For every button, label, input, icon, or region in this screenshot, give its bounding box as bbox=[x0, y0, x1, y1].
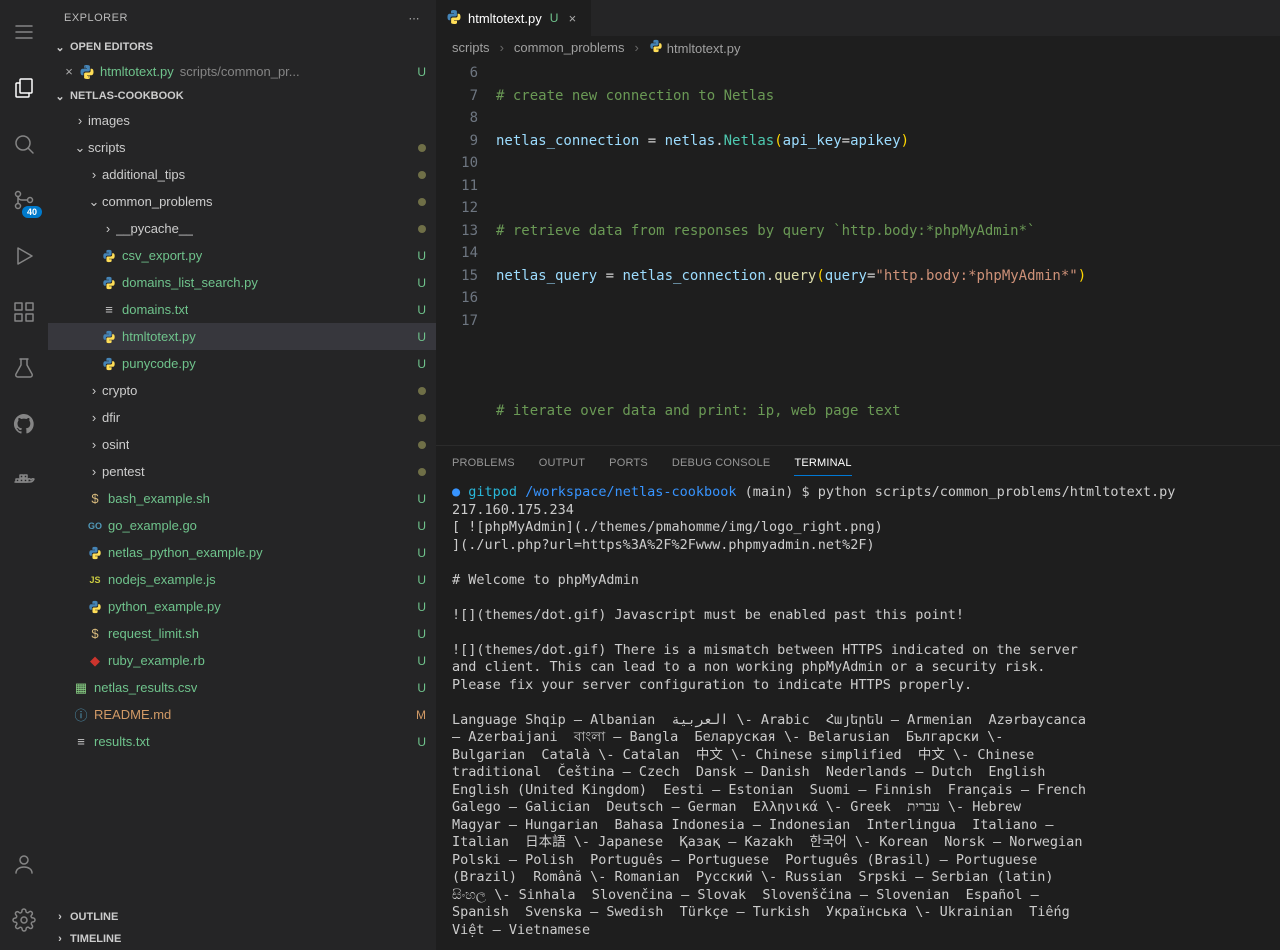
python-icon bbox=[446, 9, 462, 28]
file-netlas-python-example[interactable]: netlas_python_example.pyU bbox=[48, 539, 436, 566]
text-icon: ≡ bbox=[72, 734, 90, 749]
info-icon: ⓘ bbox=[72, 705, 90, 724]
file-netlas-results[interactable]: ▦netlas_results.csvU bbox=[48, 674, 436, 701]
file-csv-export[interactable]: csv_export.pyU bbox=[48, 242, 436, 269]
crumb-scripts[interactable]: scripts bbox=[452, 40, 490, 55]
bottom-panel: PROBLEMS OUTPUT PORTS DEBUG CONSOLE TERM… bbox=[436, 445, 1280, 950]
timeline-header[interactable]: ›TIMELINE bbox=[48, 928, 436, 950]
file-bash-example[interactable]: $bash_example.shU bbox=[48, 485, 436, 512]
terminal-output[interactable]: ● gitpod /workspace/netlas-cookbook (mai… bbox=[436, 480, 1280, 950]
git-dot bbox=[418, 144, 426, 152]
folder-images[interactable]: ›images bbox=[48, 107, 436, 134]
python-icon bbox=[649, 39, 663, 53]
term-js: ![](themes/dot.gif) Javascript must be e… bbox=[452, 607, 964, 623]
ruby-icon: ◆ bbox=[86, 653, 104, 669]
crumb-file[interactable]: htmltotext.py bbox=[667, 41, 741, 56]
explorer-icon[interactable] bbox=[0, 64, 48, 112]
menu-icon[interactable] bbox=[0, 8, 48, 56]
file-nodejs-example[interactable]: JSnodejs_example.jsU bbox=[48, 566, 436, 593]
csv-icon: ▦ bbox=[72, 680, 90, 696]
js-icon: JS bbox=[86, 575, 104, 585]
folder-additional-tips[interactable]: ›additional_tips bbox=[48, 161, 436, 188]
term-ip: 217.160.175.234 bbox=[452, 502, 574, 518]
outline-header[interactable]: ›OUTLINE bbox=[48, 906, 436, 928]
file-python-example[interactable]: python_example.pyU bbox=[48, 593, 436, 620]
python-icon bbox=[100, 357, 118, 371]
testing-icon[interactable] bbox=[0, 344, 48, 392]
close-icon[interactable]: × bbox=[60, 64, 78, 79]
panel-tabs: PROBLEMS OUTPUT PORTS DEBUG CONSOLE TERM… bbox=[436, 446, 1280, 480]
folder-dfir[interactable]: ›dfir bbox=[48, 404, 436, 431]
scm-icon[interactable]: 40 bbox=[0, 176, 48, 224]
tab-bar: htmltotext.py U × bbox=[436, 0, 1280, 36]
shell-icon: $ bbox=[86, 626, 104, 641]
tab-debug[interactable]: DEBUG CONSOLE bbox=[672, 451, 771, 475]
tab-git-status: U bbox=[550, 11, 559, 25]
text-icon: ≡ bbox=[100, 302, 118, 317]
extensions-icon[interactable] bbox=[0, 288, 48, 336]
tab-problems[interactable]: PROBLEMS bbox=[452, 451, 515, 475]
folder-osint[interactable]: ›osint bbox=[48, 431, 436, 458]
file-request-limit[interactable]: $request_limit.shU bbox=[48, 620, 436, 647]
open-editors-header[interactable]: ⌄OPEN EDITORS bbox=[48, 36, 436, 58]
more-icon[interactable]: ⋯ bbox=[409, 12, 421, 25]
term-langs: Language Shqip – Albanian العربية \- Ara… bbox=[452, 712, 1086, 938]
go-icon: GO bbox=[86, 521, 104, 531]
explorer-label: EXPLORER bbox=[64, 12, 128, 24]
python-icon bbox=[86, 600, 104, 614]
git-status: U bbox=[417, 65, 426, 79]
term-logo-line: [ ![phpMyAdmin](./themes/pmahomme/img/lo… bbox=[452, 519, 883, 553]
file-readme[interactable]: ⓘREADME.mdM bbox=[48, 701, 436, 728]
activity-bar: 40 bbox=[0, 0, 48, 950]
folder-pentest[interactable]: ›pentest bbox=[48, 458, 436, 485]
docker-icon[interactable] bbox=[0, 456, 48, 504]
code-editor[interactable]: 67891011121314151617 # create new connec… bbox=[436, 58, 1280, 445]
file-punycode[interactable]: punycode.pyU bbox=[48, 350, 436, 377]
folder-scripts[interactable]: ⌄scripts bbox=[48, 134, 436, 161]
sidebar-title: EXPLORER ⋯ bbox=[48, 0, 436, 36]
shell-icon: $ bbox=[86, 491, 104, 506]
settings-icon[interactable] bbox=[0, 896, 48, 944]
open-editor-path: scripts/common_pr... bbox=[180, 64, 418, 79]
file-ruby-example[interactable]: ◆ruby_example.rbU bbox=[48, 647, 436, 674]
editor-group: htmltotext.py U × scripts› common_proble… bbox=[436, 0, 1280, 950]
tab-htmltotext[interactable]: htmltotext.py U × bbox=[436, 0, 591, 36]
scm-badge: 40 bbox=[22, 206, 42, 218]
debug-icon[interactable] bbox=[0, 232, 48, 280]
file-go-example[interactable]: GOgo_example.goU bbox=[48, 512, 436, 539]
tab-label: htmltotext.py bbox=[468, 11, 542, 26]
code-content[interactable]: # create new connection to Netlas netlas… bbox=[496, 58, 1280, 445]
open-editor-name: htmltotext.py bbox=[100, 64, 174, 79]
github-icon[interactable] bbox=[0, 400, 48, 448]
file-tree: ›images ⌄scripts ›additional_tips ⌄commo… bbox=[48, 107, 436, 906]
folder-crypto[interactable]: ›crypto bbox=[48, 377, 436, 404]
tab-ports[interactable]: PORTS bbox=[609, 451, 648, 475]
close-icon[interactable]: × bbox=[564, 11, 580, 26]
term-welcome: # Welcome to phpMyAdmin bbox=[452, 572, 639, 588]
file-results-txt[interactable]: ≡results.txtU bbox=[48, 728, 436, 755]
line-gutter: 67891011121314151617 bbox=[436, 58, 496, 445]
tab-output[interactable]: OUTPUT bbox=[539, 451, 585, 475]
file-htmltotext[interactable]: htmltotext.pyU bbox=[48, 323, 436, 350]
folder-common-problems[interactable]: ⌄common_problems bbox=[48, 188, 436, 215]
breadcrumb[interactable]: scripts› common_problems› htmltotext.py bbox=[436, 36, 1280, 58]
python-icon bbox=[86, 546, 104, 560]
project-header[interactable]: ⌄NETLAS-COOKBOOK bbox=[48, 85, 436, 107]
crumb-common-problems[interactable]: common_problems bbox=[514, 40, 625, 55]
python-icon bbox=[100, 330, 118, 344]
term-mismatch: ![](themes/dot.gif) There is a mismatch … bbox=[452, 642, 1078, 693]
folder-pycache[interactable]: ›__pycache__ bbox=[48, 215, 436, 242]
search-icon[interactable] bbox=[0, 120, 48, 168]
python-icon bbox=[78, 64, 96, 80]
open-editor-item[interactable]: × htmltotext.py scripts/common_pr... U bbox=[48, 58, 436, 85]
python-icon bbox=[100, 249, 118, 263]
account-icon[interactable] bbox=[0, 840, 48, 888]
python-icon bbox=[100, 276, 118, 290]
explorer-sidebar: EXPLORER ⋯ ⌄OPEN EDITORS × htmltotext.py… bbox=[48, 0, 436, 950]
file-domains-txt[interactable]: ≡domains.txtU bbox=[48, 296, 436, 323]
tab-terminal[interactable]: TERMINAL bbox=[794, 451, 851, 476]
file-domains-list-search[interactable]: domains_list_search.pyU bbox=[48, 269, 436, 296]
